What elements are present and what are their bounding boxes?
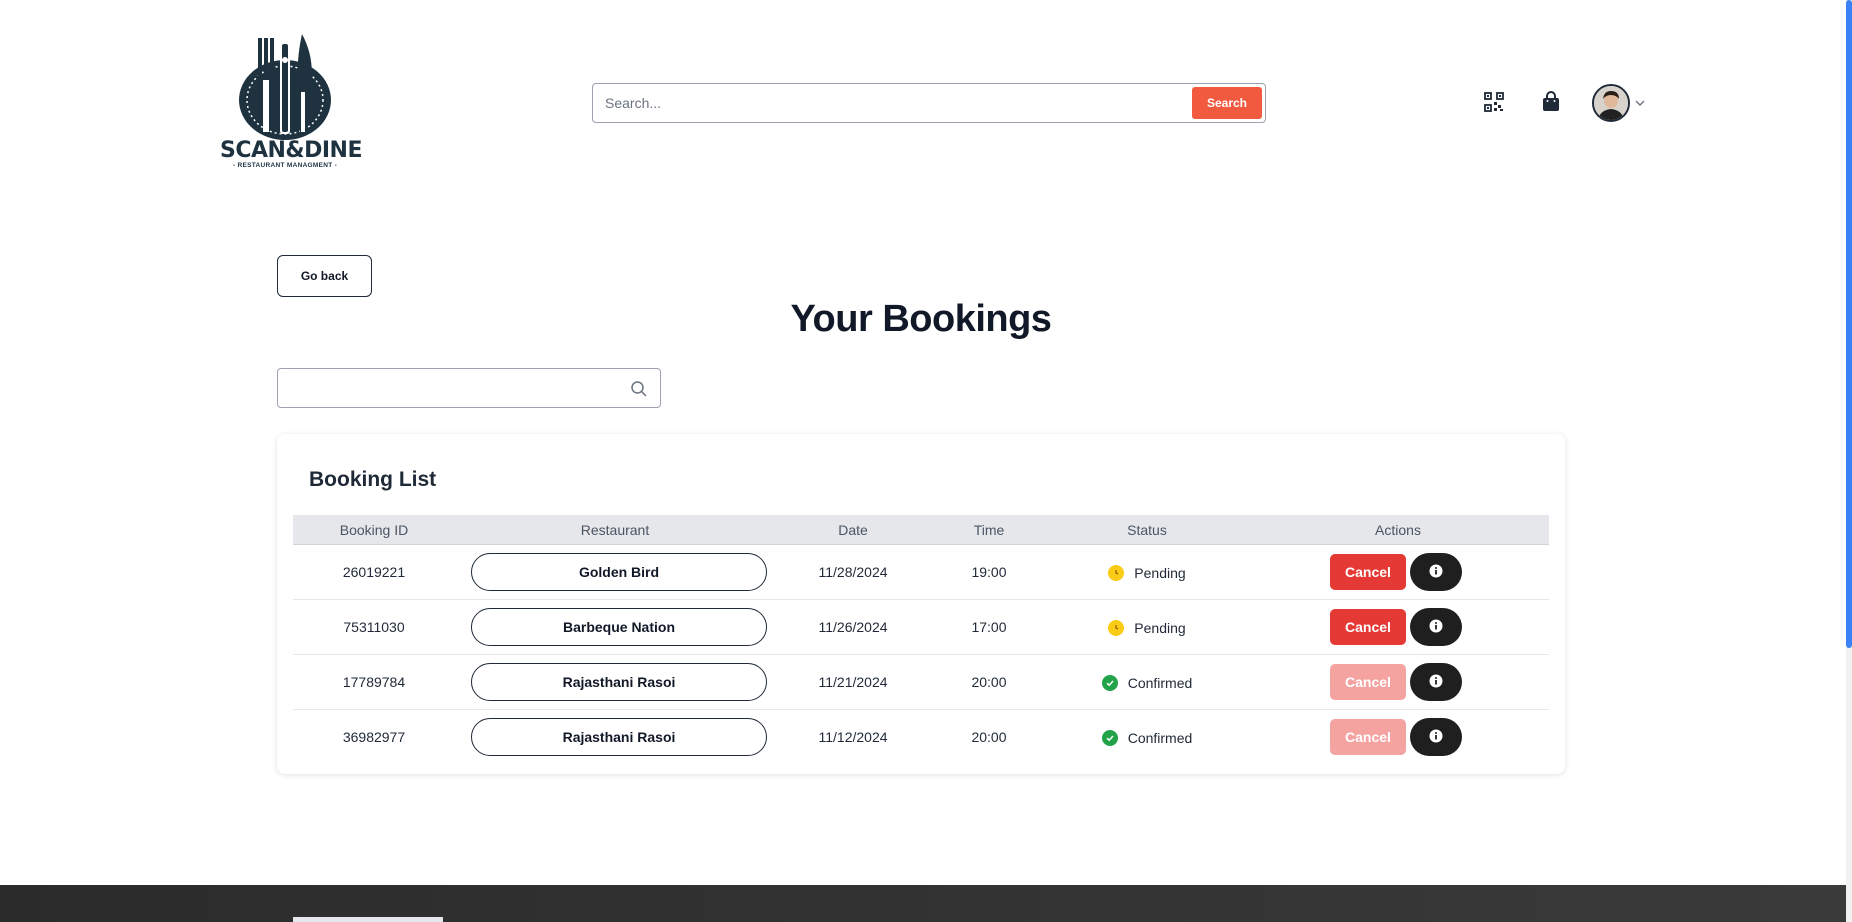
restaurant-cell: Rajasthani Rasoi: [455, 655, 775, 710]
cancel-button[interactable]: Cancel: [1330, 664, 1406, 700]
shopping-bag-icon[interactable]: [1537, 88, 1565, 116]
page-scrollbar[interactable]: [1846, 0, 1852, 922]
booking-date: 11/12/2024: [818, 729, 888, 745]
info-icon: [1429, 619, 1443, 636]
booking-list-title: Booking List: [309, 468, 437, 491]
search-button[interactable]: Search: [1192, 87, 1262, 119]
status-cell: Pending: [1047, 545, 1247, 600]
info-button[interactable]: [1410, 553, 1462, 591]
brand-tagline: - RESTAURANT MANAGMENT -: [232, 162, 338, 169]
page-title: Your Bookings: [790, 298, 1052, 340]
column-header-booking-id: Booking ID: [339, 522, 409, 538]
booking-id: 75311030: [343, 619, 405, 635]
status-label: Confirmed: [1127, 729, 1193, 746]
column-header-status: Status: [1127, 522, 1167, 538]
booking-date: 11/21/2024: [818, 674, 888, 690]
restaurant-cell: Barbeque Nation: [455, 600, 775, 655]
booking-id: 17789784: [342, 674, 406, 690]
cancel-button[interactable]: Cancel: [1330, 719, 1406, 755]
clock-icon: [1108, 619, 1125, 636]
search-icon[interactable]: [630, 380, 648, 398]
status-label: Pending: [1134, 619, 1186, 636]
search-input[interactable]: [605, 84, 1165, 122]
column-header-restaurant: Restaurant: [580, 522, 650, 538]
booking-time: 20:00: [971, 729, 1007, 745]
booking-table: Booking ID Restaurant Date Time Status A…: [293, 515, 1549, 765]
booking-id: 36982977: [342, 729, 406, 745]
column-header-time: Time: [973, 522, 1005, 538]
chevron-down-icon[interactable]: [1633, 96, 1647, 110]
scrollbar-thumb[interactable]: [1846, 0, 1852, 648]
site-footer: [0, 885, 1846, 922]
actions-cell: Cancel: [1247, 600, 1549, 655]
brand-name: SCAN&DINE: [220, 138, 363, 163]
booking-filter: [277, 368, 661, 408]
booking-date: 11/26/2024: [818, 619, 888, 635]
footer-logo-strip: [293, 917, 443, 922]
status-cell: Confirmed: [1047, 710, 1247, 765]
table-row: 17789784 Rajasthani Rasoi 11/21/2024 20:…: [293, 655, 1549, 710]
booking-date: 11/28/2024: [818, 564, 888, 580]
status-label: Pending: [1134, 564, 1186, 581]
cutlery-emblem-icon: [239, 34, 331, 140]
site-header: SCAN&DINE - RESTAURANT MANAGMENT - Searc…: [0, 0, 1846, 200]
restaurant-cell: Golden Bird: [455, 545, 775, 600]
restaurant-button[interactable]: Rajasthani Rasoi: [471, 663, 767, 701]
booking-time: 19:00: [971, 564, 1007, 580]
actions-cell: Cancel: [1247, 710, 1549, 765]
cancel-button[interactable]: Cancel: [1330, 609, 1406, 645]
booking-time: 17:00: [971, 619, 1007, 635]
booking-id: 26019221: [342, 564, 406, 580]
clock-icon: [1108, 564, 1125, 581]
qr-code-icon[interactable]: [1480, 88, 1508, 116]
info-icon: [1429, 564, 1443, 581]
restaurant-button[interactable]: Rajasthani Rasoi: [471, 718, 767, 756]
status-cell: Pending: [1047, 600, 1247, 655]
table-row: 26019221 Golden Bird 11/28/2024 19:00 Pe…: [293, 545, 1549, 600]
table-header: Booking ID Restaurant Date Time Status A…: [293, 515, 1549, 545]
column-header-date: Date: [838, 522, 868, 538]
cancel-button[interactable]: Cancel: [1330, 554, 1406, 590]
restaurant-button[interactable]: Barbeque Nation: [471, 608, 767, 646]
status-cell: Confirmed: [1047, 655, 1247, 710]
global-search: Search: [592, 83, 1266, 123]
brand-logo[interactable]: SCAN&DINE - RESTAURANT MANAGMENT -: [220, 30, 363, 170]
info-button[interactable]: [1410, 608, 1462, 646]
status-label: Confirmed: [1127, 674, 1193, 691]
actions-cell: Cancel: [1247, 545, 1549, 600]
table-row: 75311030 Barbeque Nation 11/26/2024 17:0…: [293, 600, 1549, 655]
table-row: 36982977 Rajasthani Rasoi 11/12/2024 20:…: [293, 710, 1549, 765]
booking-list-card: Booking List Booking ID Restaurant Date …: [277, 434, 1565, 774]
booking-time: 20:00: [971, 674, 1007, 690]
check-icon: [1101, 729, 1118, 746]
info-icon: [1429, 729, 1443, 746]
actions-cell: Cancel: [1247, 655, 1549, 710]
check-icon: [1101, 674, 1118, 691]
restaurant-cell: Rajasthani Rasoi: [455, 710, 775, 765]
go-back-button[interactable]: Go back: [277, 255, 372, 297]
user-avatar[interactable]: [1592, 84, 1630, 122]
info-icon: [1429, 674, 1443, 691]
info-button[interactable]: [1410, 718, 1462, 756]
restaurant-button[interactable]: Golden Bird: [471, 553, 767, 591]
column-header-actions: Actions: [1375, 522, 1421, 538]
info-button[interactable]: [1410, 663, 1462, 701]
booking-search-input[interactable]: [288, 369, 608, 407]
